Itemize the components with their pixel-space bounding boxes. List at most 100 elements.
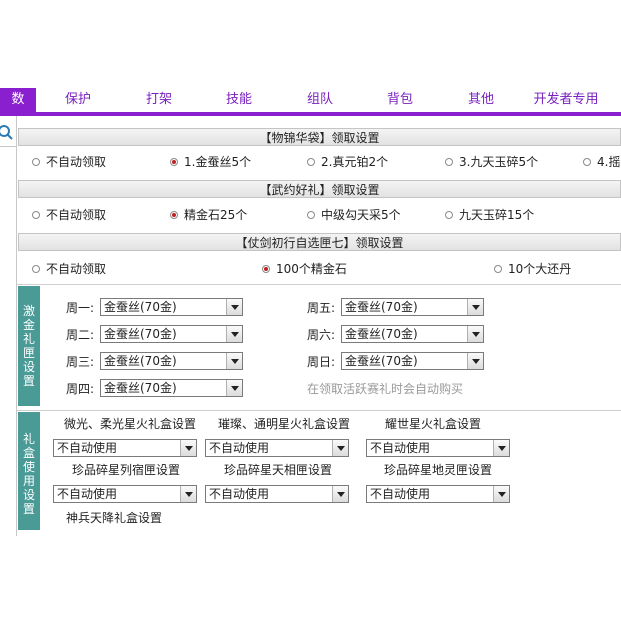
select-value: 不自动使用 [370, 441, 431, 455]
s2-option-0-label: 不自动领取 [46, 208, 107, 222]
tab-bag[interactable]: 背包 [378, 88, 422, 112]
giftbox-select-5[interactable]: 不自动使用 [205, 485, 349, 503]
chevron-down-icon [493, 486, 509, 502]
day-label-fri: 周五: [307, 301, 336, 315]
giftbox-title-2: 璀璨、通明星火礼盒设置 [218, 417, 351, 431]
day-select-sat[interactable]: 金蚕丝(70金) [341, 325, 484, 343]
radio-icon [307, 157, 315, 166]
radio-icon [445, 157, 453, 166]
s1-option-2[interactable]: 2.真元铂2个 [307, 153, 388, 171]
tab-skills[interactable]: 技能 [217, 88, 261, 112]
chevron-down-icon [226, 353, 242, 369]
chevron-down-icon [467, 353, 483, 369]
tab-team[interactable]: 组队 [298, 88, 342, 112]
s3-option-2-label: 10个大还丹 [508, 262, 572, 276]
section2-header: 【武约好礼】领取设置 [18, 180, 621, 198]
giftbox-title-4: 珍品碎星列宿匣设置 [72, 463, 181, 477]
s3-option-0[interactable]: 不自动领取 [32, 260, 106, 278]
search-area[interactable] [0, 118, 16, 147]
s2-option-3-label: 九天玉碎15个 [459, 208, 535, 222]
s3-option-1[interactable]: 100个精金石 [262, 260, 347, 278]
day-select-tue[interactable]: 金蚕丝(70金) [100, 325, 243, 343]
s2-option-2[interactable]: 中级勾天采5个 [307, 206, 401, 224]
s2-option-0[interactable]: 不自动领取 [32, 206, 106, 224]
giftbox-select-4[interactable]: 不自动使用 [53, 485, 197, 503]
chevron-down-icon [226, 299, 242, 315]
chevron-down-icon [332, 486, 348, 502]
day-label-sat: 周六: [307, 328, 336, 342]
chevron-down-icon [332, 440, 348, 456]
day-select-thu[interactable]: 金蚕丝(70金) [100, 379, 243, 397]
chevron-down-icon [493, 440, 509, 456]
s3-option-2[interactable]: 10个大还丹 [494, 260, 571, 278]
chevron-down-icon [180, 440, 196, 456]
radio-selected-icon [262, 264, 270, 273]
radio-icon [32, 264, 40, 273]
giftbox-select-6[interactable]: 不自动使用 [366, 485, 510, 503]
day-select-fri[interactable]: 金蚕丝(70金) [341, 298, 484, 316]
tab-0[interactable]: 数 [0, 88, 36, 112]
radio-icon [583, 157, 591, 166]
tab-developer[interactable]: 开发者专用 [528, 88, 604, 112]
giftbox-select-1[interactable]: 不自动使用 [53, 439, 197, 457]
select-value: 金蚕丝(70金) [345, 354, 418, 368]
day-label-thu: 周四: [66, 382, 95, 396]
divider [16, 410, 621, 411]
select-value: 不自动使用 [209, 487, 270, 501]
tab-protect[interactable]: 保护 [56, 88, 100, 112]
section3-header: 【仗剑初行自选匣七】领取设置 [18, 233, 621, 251]
divider [16, 284, 621, 285]
s2-option-2-label: 中级勾天采5个 [321, 208, 401, 222]
section1-header: 【物锦华袋】领取设置 [18, 128, 621, 146]
select-value: 不自动使用 [370, 487, 431, 501]
radio-icon [32, 210, 40, 219]
select-value: 不自动使用 [57, 487, 118, 501]
day-label-mon: 周一: [66, 301, 95, 315]
s1-option-4-label: 4.摇钱 [597, 155, 621, 169]
s2-option-1[interactable]: 精金石25个 [170, 206, 247, 224]
select-value: 金蚕丝(70金) [104, 354, 177, 368]
giftbox-select-2[interactable]: 不自动使用 [205, 439, 349, 457]
select-value: 不自动使用 [209, 441, 270, 455]
day-select-sun[interactable]: 金蚕丝(70金) [341, 352, 484, 370]
tab-bar: 数 保护 打架 技能 组队 背包 其他 开发者专用 [0, 88, 621, 116]
search-icon[interactable] [0, 124, 13, 140]
auto-buy-note: 在领取活跃赛礼时会自动购买 [307, 382, 464, 396]
tab-other[interactable]: 其他 [459, 88, 503, 112]
day-label-sun: 周日: [307, 355, 336, 369]
s1-option-3[interactable]: 3.九天玉碎5个 [445, 153, 538, 171]
giftbox-title-3: 耀世星火礼盒设置 [385, 417, 482, 431]
s1-option-1[interactable]: 1.金蚕丝5个 [170, 153, 251, 171]
giftbox-title-5: 珍品碎星天相匣设置 [224, 463, 333, 477]
select-value: 金蚕丝(70金) [345, 327, 418, 341]
radio-icon [32, 157, 40, 166]
s1-option-0-label: 不自动领取 [46, 155, 107, 169]
s1-option-1-label: 1.金蚕丝5个 [184, 155, 252, 169]
day-label-tue: 周二: [66, 328, 95, 342]
s2-option-3[interactable]: 九天玉碎15个 [445, 206, 534, 224]
giftbox-title-7: 神兵天降礼盒设置 [66, 511, 163, 525]
weekly-side-label: 激金礼匣设置 [18, 286, 40, 406]
day-select-mon[interactable]: 金蚕丝(70金) [100, 298, 243, 316]
giftbox-select-3[interactable]: 不自动使用 [366, 439, 510, 457]
day-select-wed[interactable]: 金蚕丝(70金) [100, 352, 243, 370]
chevron-down-icon [226, 326, 242, 342]
day-label-wed: 周三: [66, 355, 95, 369]
select-value: 不自动使用 [57, 441, 118, 455]
radio-icon [307, 210, 315, 219]
tab-fight[interactable]: 打架 [137, 88, 181, 112]
select-value: 金蚕丝(70金) [345, 300, 418, 314]
select-value: 金蚕丝(70金) [104, 327, 177, 341]
s2-option-1-label: 精金石25个 [184, 208, 248, 222]
left-strip [0, 116, 17, 536]
select-value: 金蚕丝(70金) [104, 300, 177, 314]
s3-option-1-label: 100个精金石 [276, 262, 347, 276]
s1-option-2-label: 2.真元铂2个 [321, 155, 389, 169]
chevron-down-icon [226, 380, 242, 396]
s1-option-4[interactable]: 4.摇钱 [583, 153, 621, 171]
radio-icon [494, 264, 502, 273]
radio-selected-icon [170, 210, 178, 219]
radio-selected-icon [170, 157, 178, 166]
s1-option-0[interactable]: 不自动领取 [32, 153, 106, 171]
chevron-down-icon [180, 486, 196, 502]
